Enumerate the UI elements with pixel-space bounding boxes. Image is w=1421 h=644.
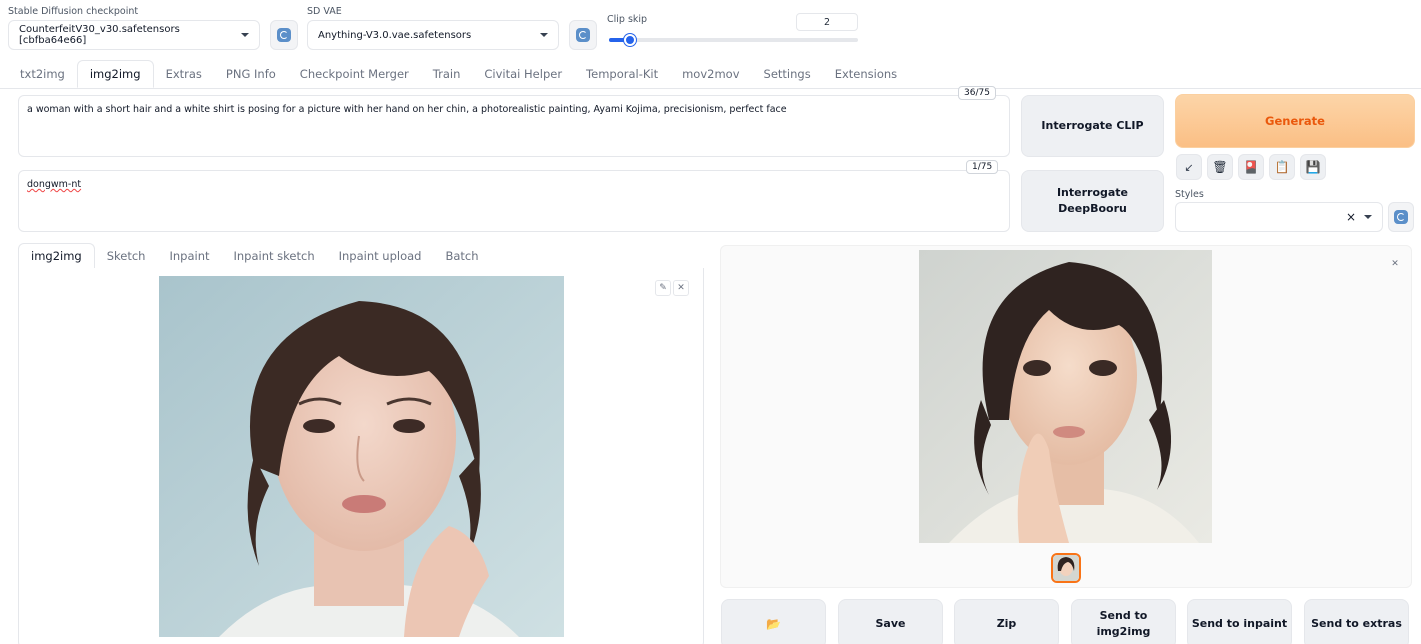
subtab-sketch[interactable]: Sketch bbox=[95, 243, 158, 269]
thumbnail-image bbox=[1053, 555, 1079, 581]
clip-skip-thumb[interactable] bbox=[623, 34, 636, 46]
negative-token-counter: 1/75 bbox=[966, 160, 999, 174]
vae-label: SD VAE bbox=[307, 6, 342, 17]
gallery-thumbnail[interactable] bbox=[1051, 553, 1081, 583]
refresh-vae-button[interactable] bbox=[569, 20, 597, 50]
extra-networks-button[interactable]: 🎴 bbox=[1238, 154, 1264, 180]
tab-mov2mov[interactable]: mov2mov bbox=[670, 60, 751, 88]
clear-image-button[interactable]: ✕ bbox=[673, 280, 689, 296]
input-image bbox=[159, 276, 564, 637]
close-icon: ✕ bbox=[677, 283, 685, 293]
open-folder-button[interactable]: 📂 bbox=[721, 599, 826, 644]
output-image[interactable] bbox=[919, 250, 1212, 543]
refresh-checkpoint-button[interactable] bbox=[270, 20, 298, 50]
clip-skip-label: Clip skip bbox=[607, 14, 648, 25]
positive-prompt-text: a woman with a short hair and a white sh… bbox=[27, 104, 787, 115]
checkpoint-value: CounterfeitV30_v30.safetensors [cbfba64e… bbox=[19, 24, 180, 46]
interrogate-clip-button[interactable]: Interrogate CLIP bbox=[1021, 95, 1164, 157]
chevron-down-icon bbox=[1364, 215, 1372, 219]
tab-settings[interactable]: Settings bbox=[752, 60, 823, 88]
folder-icon: 📂 bbox=[766, 617, 781, 631]
save-style-button[interactable]: 💾 bbox=[1300, 154, 1326, 180]
send-to-inpaint-button[interactable]: Send to inpaint bbox=[1187, 599, 1292, 644]
main-tabs: txt2img img2img Extras PNG Info Checkpoint M… bbox=[8, 60, 909, 88]
styles-select[interactable]: × bbox=[1175, 202, 1383, 232]
arrow-icon: ↙ bbox=[1184, 160, 1194, 174]
subtab-inpaint[interactable]: Inpaint bbox=[157, 243, 221, 269]
tab-img2img[interactable]: img2img bbox=[76, 60, 154, 88]
subtab-batch[interactable]: Batch bbox=[433, 243, 490, 269]
refresh-icon bbox=[1394, 210, 1408, 224]
trash-icon: 🗑 bbox=[1212, 160, 1228, 174]
tab-txt2img[interactable]: txt2img bbox=[8, 60, 77, 88]
checkpoint-label: Stable Diffusion checkpoint bbox=[8, 6, 139, 17]
tab-png-info[interactable]: PNG Info bbox=[214, 60, 288, 88]
chevron-down-icon bbox=[241, 33, 249, 37]
zip-button[interactable]: Zip bbox=[954, 599, 1059, 644]
output-gallery: ✕ bbox=[720, 245, 1412, 588]
refresh-icon bbox=[277, 28, 291, 42]
tab-divider bbox=[0, 88, 1421, 89]
send-to-img2img-button[interactable]: Send to img2img bbox=[1071, 599, 1176, 644]
clear-prompt-button[interactable]: 🗑 bbox=[1207, 154, 1233, 180]
clip-skip-slider[interactable] bbox=[609, 34, 858, 46]
refresh-styles-button[interactable] bbox=[1388, 202, 1414, 232]
read-params-button[interactable]: ↙ bbox=[1176, 154, 1202, 180]
subtab-inpaint-upload[interactable]: Inpaint upload bbox=[327, 243, 434, 269]
tab-train[interactable]: Train bbox=[421, 60, 473, 88]
positive-token-counter: 36/75 bbox=[958, 86, 996, 100]
positive-prompt[interactable]: a woman with a short hair and a white sh… bbox=[18, 95, 1010, 157]
interrogate-deepbooru-button[interactable]: Interrogate DeepBooru bbox=[1021, 170, 1164, 232]
negative-prompt-text: dongwm-nt bbox=[27, 179, 82, 190]
close-icon: ✕ bbox=[1391, 259, 1399, 269]
clear-icon[interactable]: × bbox=[1346, 210, 1356, 224]
apply-style-button[interactable]: 📋 bbox=[1269, 154, 1295, 180]
floppy-icon: 💾 bbox=[1305, 160, 1321, 174]
refresh-icon bbox=[576, 28, 590, 42]
tab-civitai-helper[interactable]: Civitai Helper bbox=[472, 60, 574, 88]
edit-image-button[interactable]: ✎ bbox=[655, 280, 671, 296]
input-image-panel[interactable]: ✎ ✕ bbox=[18, 268, 704, 644]
generate-button[interactable]: Generate bbox=[1175, 94, 1415, 148]
styles-label: Styles bbox=[1175, 189, 1204, 200]
tab-temporal-kit[interactable]: Temporal-Kit bbox=[574, 60, 670, 88]
save-button[interactable]: Save bbox=[838, 599, 943, 644]
negative-prompt[interactable]: dongwm-nt bbox=[18, 170, 1010, 232]
card-icon: 🎴 bbox=[1243, 160, 1259, 174]
vae-value: Anything-V3.0.vae.safetensors bbox=[318, 29, 472, 41]
clipboard-icon: 📋 bbox=[1274, 160, 1290, 174]
tab-checkpoint-merger[interactable]: Checkpoint Merger bbox=[288, 60, 421, 88]
tab-extras[interactable]: Extras bbox=[154, 60, 214, 88]
checkpoint-select[interactable]: CounterfeitV30_v30.safetensors [cbfba64e… bbox=[8, 20, 260, 50]
pencil-icon: ✎ bbox=[659, 283, 667, 293]
img2img-mode-tabs: img2img Sketch Inpaint Inpaint sketch Inpain… bbox=[18, 243, 491, 269]
tab-extensions[interactable]: Extensions bbox=[823, 60, 909, 88]
chevron-down-icon bbox=[540, 33, 548, 37]
subtab-img2img[interactable]: img2img bbox=[18, 243, 95, 269]
clip-skip-number[interactable]: 2 bbox=[796, 13, 858, 31]
subtab-inpaint-sketch[interactable]: Inpaint sketch bbox=[222, 243, 327, 269]
close-gallery-button[interactable]: ✕ bbox=[1387, 256, 1403, 272]
send-to-extras-button[interactable]: Send to extras bbox=[1304, 599, 1409, 644]
vae-select[interactable]: Anything-V3.0.vae.safetensors bbox=[307, 20, 559, 50]
